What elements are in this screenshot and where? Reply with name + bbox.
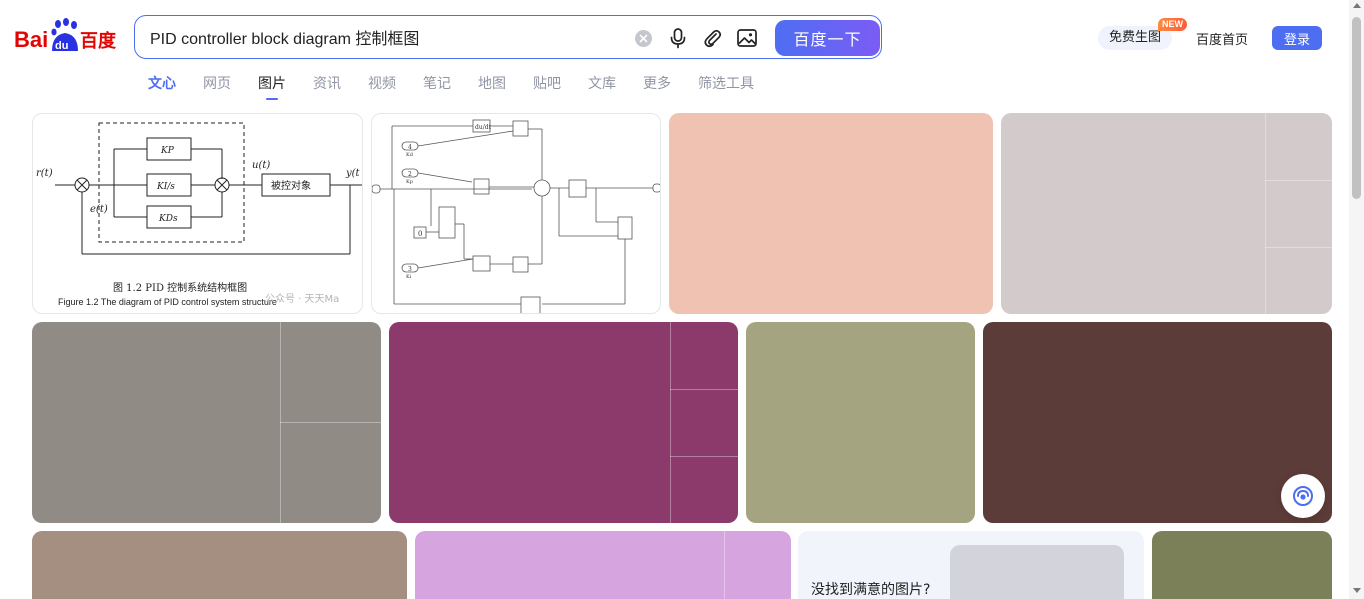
tab-map[interactable]: 地图	[478, 73, 506, 99]
tab-filter-tools[interactable]: 筛选工具	[698, 73, 754, 99]
tab-wenxin[interactable]: 文心	[148, 73, 176, 99]
image-result-pid-diagram[interactable]: r(t) e(t) u(t) y(t KP KI/s KDs 被控对象 图 1.…	[32, 113, 363, 314]
tab-video[interactable]: 视频	[368, 73, 396, 99]
u-label: u(t)	[252, 160, 270, 171]
scroll-up-arrow-icon[interactable]	[1353, 3, 1361, 8]
plant-label: 被控对象	[271, 179, 311, 192]
upload-file-button[interactable]	[701, 27, 723, 49]
e-label: e(t)	[90, 204, 108, 215]
tab-tieba[interactable]: 贴吧	[533, 73, 561, 99]
caption-en: Figure 1.2 The diagram of PID control sy…	[58, 297, 277, 307]
caption-cn: 图 1.2 PID 控制系统结构框图	[113, 281, 247, 294]
tab-more[interactable]: 更多	[643, 73, 671, 99]
image-result-r2c3[interactable]	[746, 322, 975, 523]
constant-zero-label: 0	[418, 230, 422, 238]
image-result-r2c1[interactable]	[32, 322, 381, 523]
port2-number: 2	[408, 171, 412, 178]
assistant-icon	[1293, 486, 1313, 506]
r-label: r(t)	[36, 168, 53, 179]
close-icon	[639, 34, 648, 43]
search-input[interactable]	[150, 26, 620, 48]
baidu-logo[interactable]: Bai du 百度	[14, 17, 118, 53]
du-dt-label: du/dt	[475, 124, 492, 131]
tab-web[interactable]: 网页	[203, 73, 231, 99]
port3-number: 3	[408, 266, 412, 273]
baidu-home-link[interactable]: 百度首页	[1196, 29, 1248, 48]
search-submit-button[interactable]: 百度一下	[775, 20, 880, 56]
search-box: 百度一下	[134, 15, 882, 59]
logo-du-text: du	[55, 40, 68, 52]
clear-button[interactable]	[635, 30, 652, 47]
scrollbar-thumb[interactable]	[1352, 17, 1361, 199]
image-result-r1c3[interactable]	[669, 113, 993, 314]
logo-cn-text: 百度	[80, 30, 117, 52]
tab-wenku[interactable]: 文库	[588, 73, 616, 99]
simulink-diagram: du/dt 4 Kd 2 Kp 3 Ki 0	[372, 119, 660, 313]
tab-images[interactable]: 图片	[258, 73, 286, 100]
paperclip-icon	[704, 29, 722, 48]
new-badge: NEW	[1158, 18, 1187, 31]
microphone-icon	[670, 28, 686, 49]
image-result-r2c2[interactable]	[389, 322, 738, 523]
image-result-r1c4[interactable]	[1001, 113, 1332, 314]
login-button[interactable]: 登录	[1272, 26, 1322, 50]
tab-notes[interactable]: 笔记	[423, 73, 451, 99]
image-result-r3c2[interactable]	[415, 531, 791, 599]
scroll-down-arrow-icon[interactable]	[1353, 588, 1361, 593]
no-result-card[interactable]: 没找到满意的图片?	[798, 531, 1144, 599]
ki-label: KI/s	[156, 182, 175, 192]
port4-number: 4	[408, 144, 412, 151]
image-result-r3c1[interactable]	[32, 531, 407, 599]
image-search-button[interactable]	[736, 27, 758, 49]
image-result-r3c4[interactable]	[1152, 531, 1332, 599]
no-result-text: 没找到满意的图片?	[811, 582, 931, 598]
image-icon	[737, 29, 757, 47]
port4-label: Kd	[406, 152, 414, 158]
image-result-simulink-diagram[interactable]: du/dt 4 Kd 2 Kp 3 Ki 0	[371, 113, 661, 314]
page-scrollbar[interactable]	[1349, 0, 1364, 599]
no-result-image	[950, 545, 1124, 599]
image-result-r2c4[interactable]	[983, 322, 1332, 523]
logo-bai-text: Bai	[14, 27, 48, 52]
port2-label: Kp	[406, 179, 413, 185]
watermark-text: 公众号 · 天天Ma	[265, 293, 339, 305]
port3-label: Ki	[406, 274, 412, 280]
kp-label: KP	[160, 146, 175, 156]
voice-search-button[interactable]	[667, 27, 689, 49]
kd-label: KDs	[158, 214, 178, 224]
pid-block-diagram: r(t) e(t) u(t) y(t KP KI/s KDs 被控对象 图 1.…	[36, 122, 362, 307]
tab-news[interactable]: 资讯	[313, 73, 341, 99]
ai-assistant-button[interactable]	[1281, 474, 1325, 518]
y-label: y(t	[345, 168, 361, 179]
search-tabs: 文心 网页 图片 资讯 视频 笔记 地图 贴吧 文库 更多 筛选工具	[148, 73, 781, 100]
